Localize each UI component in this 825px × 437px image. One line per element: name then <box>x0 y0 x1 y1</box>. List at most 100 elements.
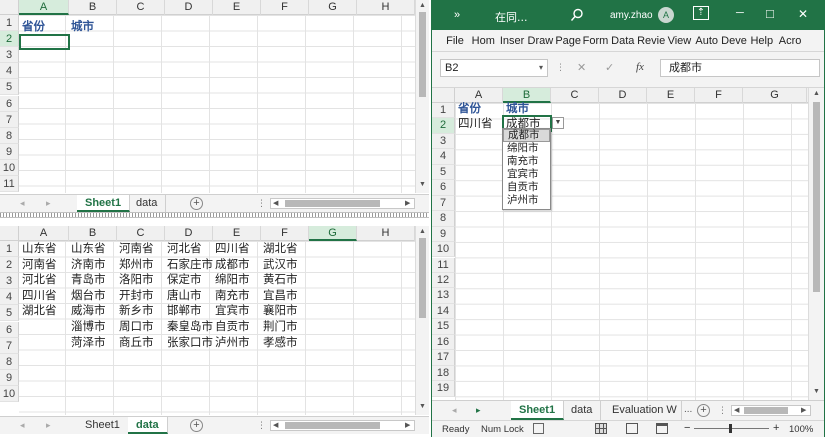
dropdown-arrow-icon[interactable]: ▼ <box>552 117 564 129</box>
zoom-level[interactable]: 100% <box>789 424 813 435</box>
data-cell[interactable]: 邯郸市 <box>165 303 202 318</box>
data-cell[interactable]: 襄阳市 <box>261 303 298 318</box>
data-cell[interactable]: 保定市 <box>165 272 202 287</box>
row-header[interactable]: 10 <box>432 242 455 258</box>
row-header[interactable]: 9 <box>432 226 455 243</box>
user-name[interactable]: amy.zhao <box>610 10 653 21</box>
h-scroll-thumb[interactable] <box>285 200 380 207</box>
zoom-out-icon[interactable]: − <box>684 422 690 434</box>
dropdown-option[interactable]: 自贡市 <box>503 181 550 194</box>
data-cell[interactable]: 河南省 <box>117 241 154 256</box>
data-cell[interactable]: 石家庄市 <box>165 257 213 272</box>
right-vertical-scrollbar[interactable]: ▲ ▼ <box>808 88 824 401</box>
cell-a1[interactable]: 省份 <box>456 101 481 116</box>
data-cell[interactable]: 自贡市 <box>213 319 250 334</box>
row-header[interactable]: 2 <box>432 118 455 134</box>
data-cell[interactable]: 四川省 <box>213 241 250 256</box>
data-cell[interactable]: 秦皇岛市 <box>165 319 213 334</box>
data-cell[interactable]: 洛阳市 <box>117 272 154 287</box>
tab-data[interactable]: data <box>563 401 602 420</box>
add-sheet-icon[interactable]: + <box>190 419 203 432</box>
h-scroll-thumb[interactable] <box>744 407 788 414</box>
column-header-d[interactable]: D <box>599 88 647 103</box>
enter-icon[interactable]: ✓ <box>605 61 614 74</box>
ribbon-tab-revie[interactable]: Revie <box>637 30 665 52</box>
column-header-g[interactable]: G <box>309 226 357 241</box>
data-cell[interactable]: 郑州市 <box>117 257 154 272</box>
data-cell[interactable]: 青岛市 <box>69 272 106 287</box>
select-all-corner[interactable] <box>432 88 455 103</box>
dropdown-option[interactable]: 泸州市 <box>503 194 550 207</box>
row-header[interactable]: 10 <box>0 159 19 176</box>
row-header[interactable]: 19 <box>432 381 455 397</box>
data-cell[interactable]: 河北省 <box>20 272 57 287</box>
row-header[interactable]: 3 <box>0 47 19 64</box>
row-header[interactable]: 4 <box>0 289 19 306</box>
row-header[interactable]: 4 <box>432 149 455 165</box>
dropdown-option[interactable]: 绵阳市 <box>503 142 550 155</box>
row-header[interactable]: 1 <box>0 15 19 31</box>
row-header[interactable]: 9 <box>0 143 19 160</box>
ribbon-tab-form[interactable]: Form <box>583 30 609 52</box>
data-cell[interactable]: 开封市 <box>117 288 154 303</box>
next-sheet-icon[interactable]: ▸ <box>46 198 51 209</box>
column-header-f[interactable]: F <box>261 0 309 15</box>
row-header[interactable]: 5 <box>0 79 19 96</box>
tab-data[interactable]: data <box>128 417 168 434</box>
data-cell[interactable]: 济南市 <box>69 257 106 272</box>
cell-a2[interactable]: 四川省 <box>456 116 493 131</box>
bottom-horizontal-scrollbar[interactable]: ◀ ▶ <box>270 420 415 431</box>
column-header-g[interactable]: G <box>309 0 357 15</box>
ribbon-tab-page[interactable]: Page <box>555 30 581 52</box>
row-header[interactable]: 6 <box>432 180 455 196</box>
cell-a1[interactable]: 省份 <box>20 19 45 34</box>
data-cell[interactable]: 张家口市 <box>165 335 213 350</box>
scroll-thumb[interactable] <box>419 238 426 318</box>
row-header[interactable]: 7 <box>432 195 455 212</box>
right-horizontal-scrollbar[interactable]: ◀ ▶ <box>731 405 811 416</box>
data-cell[interactable]: 孝感市 <box>261 335 298 350</box>
row-header[interactable]: 3 <box>0 273 19 290</box>
prev-sheet-icon[interactable]: ◂ <box>20 198 25 209</box>
next-sheet-icon[interactable]: ▸ <box>46 420 51 431</box>
row-header[interactable]: 8 <box>0 353 19 370</box>
row-header[interactable]: 1 <box>0 241 19 257</box>
add-sheet-icon[interactable]: + <box>190 197 203 210</box>
data-cell[interactable]: 宜宾市 <box>213 303 250 318</box>
data-cell[interactable]: 山东省 <box>69 241 106 256</box>
column-header-a[interactable]: A <box>19 226 69 241</box>
tab-evaluation-warning[interactable]: Evaluation W <box>604 401 682 420</box>
insert-function-icon[interactable]: fx <box>636 61 644 73</box>
ribbon-tab-view[interactable]: View <box>666 30 692 52</box>
row-header[interactable]: 2 <box>0 257 19 274</box>
row-header[interactable]: 15 <box>432 319 455 335</box>
row-header[interactable]: 14 <box>432 303 455 320</box>
top-cell-grid[interactable] <box>19 15 415 193</box>
ribbon-tab-hom[interactable]: Hom <box>469 30 497 52</box>
active-cell-a2[interactable] <box>19 34 70 50</box>
ribbon-display-icon[interactable]: ⇡ <box>693 6 709 20</box>
row-header[interactable]: 8 <box>0 127 19 144</box>
row-header[interactable]: 11 <box>0 176 19 192</box>
formula-input[interactable]: 成都市 <box>660 59 820 77</box>
minimize-icon[interactable]: ─ <box>736 7 744 19</box>
data-cell[interactable]: 四川省 <box>20 288 57 303</box>
ribbon-tab-data[interactable]: Data <box>610 30 636 52</box>
column-header-d[interactable]: D <box>165 0 213 15</box>
tab-split-handle-icon[interactable]: ⋮ <box>257 198 266 209</box>
close-icon[interactable]: ✕ <box>798 7 808 21</box>
data-cell[interactable]: 河北省 <box>165 241 202 256</box>
accessibility-icon[interactable] <box>533 423 544 434</box>
restore-icon[interactable]: □ <box>766 6 774 21</box>
bottom-vertical-scrollbar[interactable]: ▲ ▼ <box>415 226 429 415</box>
row-header[interactable]: 10 <box>0 385 19 402</box>
column-header-h[interactable]: H <box>357 226 415 241</box>
tab-sheet1[interactable]: Sheet1 <box>511 401 565 420</box>
column-header-e[interactable]: E <box>213 0 261 15</box>
ribbon-tab-acro[interactable]: Acro <box>777 30 804 52</box>
data-cell[interactable]: 商丘市 <box>117 335 154 350</box>
column-header-b[interactable]: B <box>69 226 117 241</box>
ribbon-tab-file[interactable]: File <box>442 30 468 52</box>
data-cell[interactable]: 湖北省 <box>20 303 57 318</box>
data-cell[interactable]: 烟台市 <box>69 288 106 303</box>
